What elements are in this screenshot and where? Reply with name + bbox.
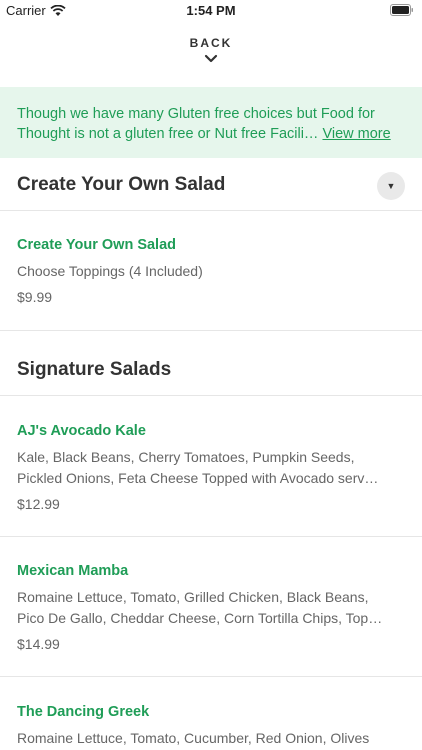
allergen-notice-banner: Though we have many Gluten free choices … [0,87,422,158]
back-header: BACK [0,36,422,64]
divider [0,536,422,537]
section-title-signature-salads: Signature Salads [17,359,172,380]
chevron-down-icon[interactable] [204,54,218,64]
divider [0,676,422,677]
status-time: 1:54 PM [186,3,236,18]
item-description: Kale, Black Beans, Cherry Tomatoes, Pump… [17,447,405,489]
view-more-link[interactable]: View more [322,126,390,142]
menu-item-the-dancing-greek[interactable]: The Dancing Greek Romaine Lettuce, Tomat… [0,703,422,749]
item-description-line: Kale, Black Beans, Cherry Tomatoes, Pump… [17,449,355,465]
status-bar: Carrier 1:54 PM [0,0,422,22]
item-description-line: Romaine Lettuce, Tomato, Grilled Chicken… [17,589,369,605]
item-description: Choose Toppings (4 Included) [17,263,203,279]
menu-item-ajs-avocado-kale[interactable]: AJ's Avocado Kale Kale, Black Beans, Che… [0,422,422,515]
item-price: $9.99 [17,289,53,305]
item-description-line: Pico De Gallo, Cheddar Cheese, Corn Tort… [17,610,383,626]
item-description: Romaine Lettuce, Tomato, Grilled Chicken… [17,587,405,629]
battery-icon [390,4,413,16]
divider [0,330,422,331]
section-title-create-your-own-salad: Create Your Own Salad [17,174,226,195]
item-name: Create Your Own Salad [17,237,177,253]
item-description-line: Romaine Lettuce, Tomato, Cucumber, Red O… [17,730,370,746]
item-name: Mexican Mamba [17,563,129,579]
menu-item-mexican-mamba[interactable]: Mexican Mamba Romaine Lettuce, Tomato, G… [0,562,422,655]
divider [0,395,422,396]
menu-item-create-your-own-salad[interactable]: Create Your Own Salad Choose Toppings (4… [0,236,422,308]
divider [0,210,422,211]
item-name: The Dancing Greek [17,704,150,720]
notice-text-block: Though we have many Gluten free choices … [17,104,405,144]
item-price: $12.99 [17,496,60,512]
section-toggle-button[interactable]: ▼ [377,172,405,200]
back-button[interactable]: BACK [0,36,422,50]
item-description-line: Pickled Onions, Feta Cheese Topped with … [17,470,379,486]
item-name: AJ's Avocado Kale [17,423,146,439]
item-description: Romaine Lettuce, Tomato, Cucumber, Red O… [17,728,405,749]
triangle-down-icon: ▼ [386,181,396,191]
item-price: $14.99 [17,636,60,652]
